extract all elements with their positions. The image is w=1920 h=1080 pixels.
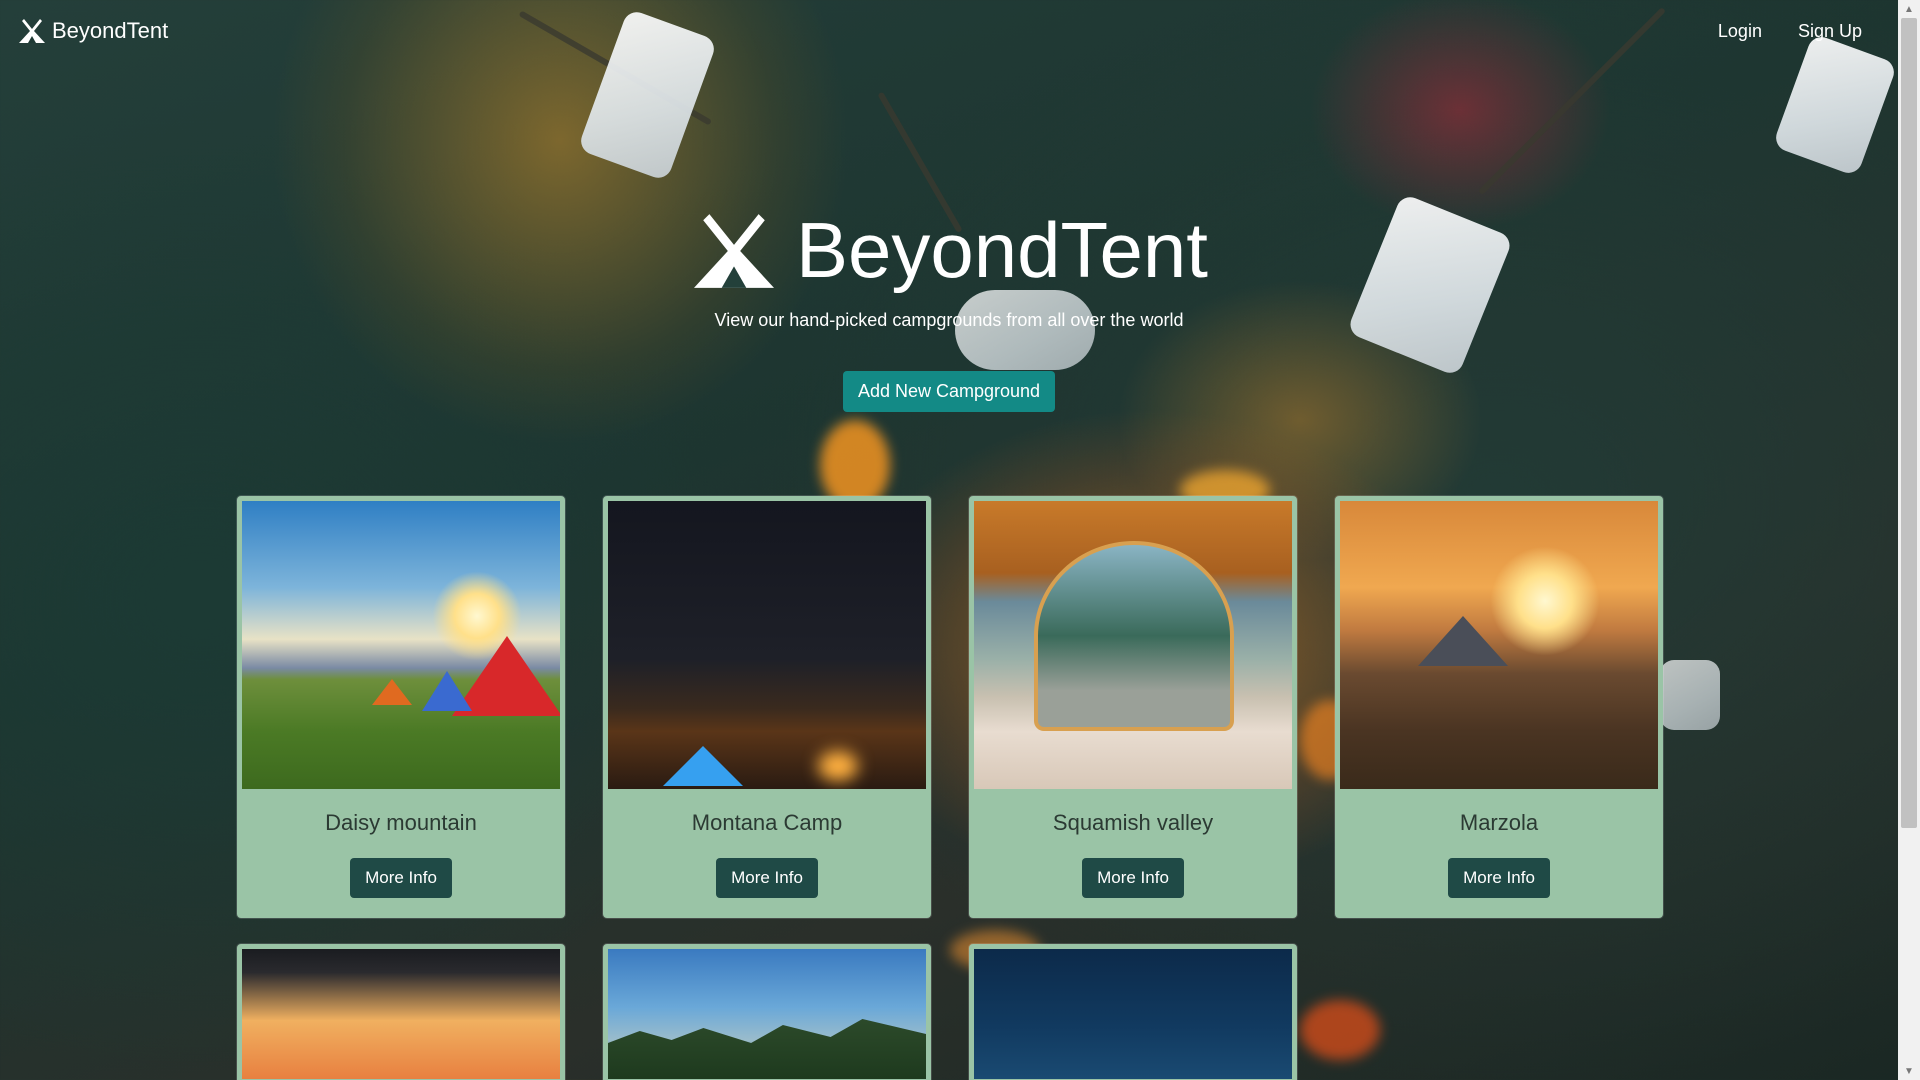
brand-name: BeyondTent — [52, 18, 169, 43]
scrollbar-thumb[interactable] — [1901, 18, 1917, 828]
more-info-button[interactable]: More Info — [716, 858, 818, 898]
hero-title-text: BeyondTent — [796, 206, 1208, 294]
campground-card — [237, 944, 565, 1080]
navbar-brand[interactable]: BeyondTent — [18, 18, 168, 44]
scroll-up-arrow-icon[interactable]: ▲ — [1898, 0, 1920, 18]
campground-name: Marzola — [1459, 810, 1539, 835]
login-link[interactable]: Login — [1718, 21, 1762, 42]
campground-image — [1340, 501, 1658, 789]
tent-logo-icon — [19, 19, 45, 43]
campground-name: Squamish valley — [1052, 810, 1214, 835]
campground-image — [242, 949, 560, 1079]
campground-card: Squamish valley More Info — [969, 496, 1297, 918]
hero-section: BeyondTent View our hand-picked campgrou… — [0, 205, 1898, 412]
campground-name: Montana Camp — [691, 810, 843, 835]
campground-image — [608, 949, 926, 1079]
hero-title: BeyondTent — [690, 205, 1208, 296]
more-info-button[interactable]: More Info — [350, 858, 452, 898]
signup-link[interactable]: Sign Up — [1798, 21, 1862, 42]
campground-card — [603, 944, 931, 1080]
campground-image — [242, 501, 560, 789]
page-scrollbar[interactable]: ▲ ▼ — [1898, 0, 1920, 1080]
campground-card — [969, 944, 1297, 1080]
nav-links: Login Sign Up — [1718, 21, 1880, 42]
campground-card: Daisy mountain More Info — [237, 496, 565, 918]
campground-card: Marzola More Info — [1335, 496, 1663, 918]
campground-image — [608, 501, 926, 789]
hero-subtitle: View our hand-picked campgrounds from al… — [714, 310, 1184, 330]
campground-card: Montana Camp More Info — [603, 496, 931, 918]
navbar: BeyondTent Login Sign Up — [0, 0, 1898, 62]
tent-logo-icon — [694, 213, 774, 288]
add-new-campground-button[interactable]: Add New Campground — [842, 371, 1056, 412]
campground-name: Daisy mountain — [325, 810, 477, 835]
campground-image — [974, 949, 1292, 1079]
more-info-button[interactable]: More Info — [1448, 858, 1550, 898]
scroll-down-arrow-icon[interactable]: ▼ — [1898, 1062, 1920, 1080]
campground-grid: Daisy mountain More Info Montana Camp Mo… — [237, 496, 1663, 1080]
more-info-button[interactable]: More Info — [1082, 858, 1184, 898]
campground-image — [974, 501, 1292, 789]
